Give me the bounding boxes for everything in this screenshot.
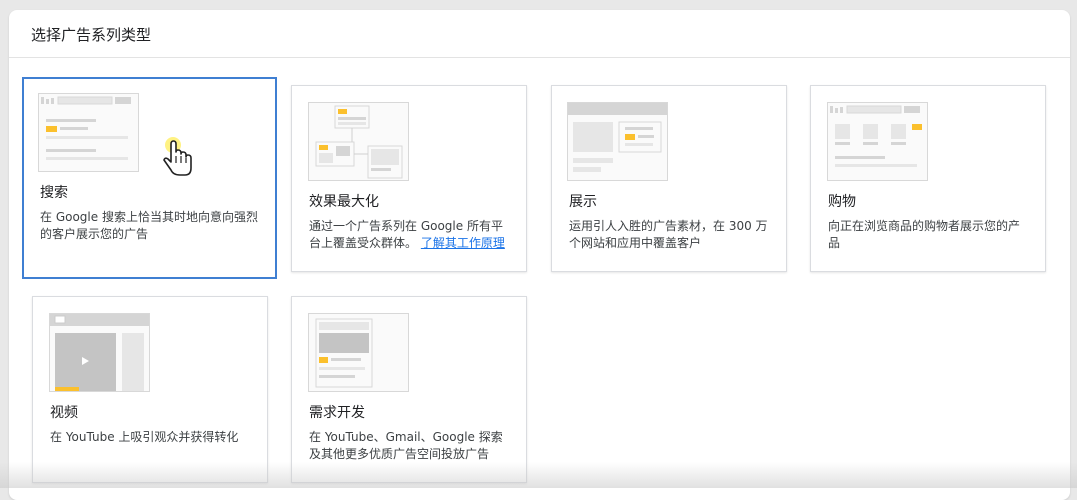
card-title: 搜索 (40, 185, 68, 201)
card-performance-max[interactable]: 效果最大化 通过一个广告系列在 Google 所有平台上覆盖受众群体。 了解其工… (291, 85, 527, 272)
learn-how-it-works-link[interactable]: 了解其工作原理 (421, 236, 505, 250)
bottom-shadow (0, 462, 1077, 488)
card-description: 在 YouTube、Gmail、Google 探索及其他更多优质广告空间投放广告 (309, 430, 503, 461)
campaign-type-panel: 选择广告系列类型 搜索 在 Google 搜索上恰当其时地向意向强烈的客户展示您… (9, 10, 1070, 500)
card-title: 需求开发 (309, 405, 365, 421)
search-illustration (38, 93, 139, 172)
card-description: 运用引人入胜的广告素材，在 300 万个网站和应用中覆盖客户 (569, 219, 768, 250)
card-demand-gen[interactable]: 需求开发 在 YouTube、Gmail、Google 探索及其他更多优质广告空… (291, 296, 527, 483)
performance-max-illustration (308, 102, 409, 181)
divider (9, 57, 1070, 58)
display-illustration (567, 102, 668, 181)
card-display[interactable]: 展示 运用引人入胜的广告素材，在 300 万个网站和应用中覆盖客户 (551, 85, 787, 272)
card-title: 购物 (828, 194, 856, 210)
card-description: 在 YouTube 上吸引观众并获得转化 (50, 430, 239, 444)
demand-gen-illustration (308, 313, 409, 392)
shopping-illustration (827, 102, 928, 181)
card-search[interactable]: 搜索 在 Google 搜索上恰当其时地向意向强烈的客户展示您的广告 (22, 77, 277, 279)
card-description: 通过一个广告系列在 Google 所有平台上覆盖受众群体。 了解其工作原理 (309, 218, 512, 252)
video-illustration (49, 313, 150, 392)
card-description: 向正在浏览商品的购物者展示您的产品 (828, 219, 1021, 250)
card-title: 视频 (50, 405, 78, 421)
panel-title: 选择广告系列类型 (31, 26, 152, 44)
card-description: 在 Google 搜索上恰当其时地向意向强烈的客户展示您的广告 (40, 210, 258, 241)
hand-cursor-icon (163, 137, 192, 176)
card-shopping[interactable]: 购物 向正在浏览商品的购物者展示您的产品 (810, 85, 1046, 272)
card-video[interactable]: 视频 在 YouTube 上吸引观众并获得转化 (32, 296, 268, 483)
card-title: 展示 (569, 194, 597, 210)
card-title: 效果最大化 (309, 194, 379, 210)
